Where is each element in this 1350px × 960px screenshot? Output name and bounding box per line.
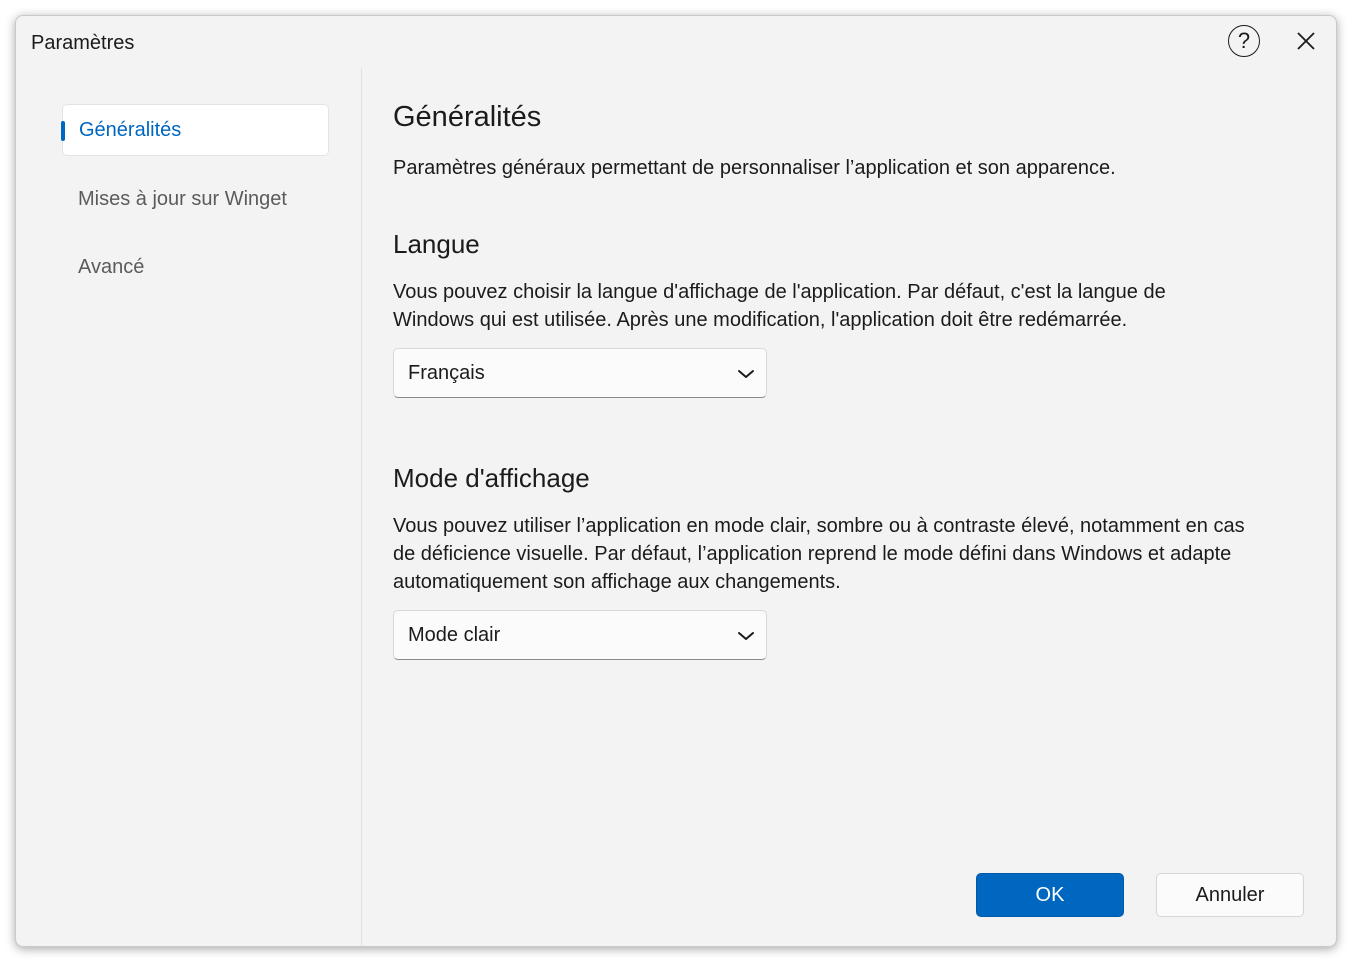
chevron-down-icon	[738, 632, 754, 640]
page-title: Généralités	[393, 101, 542, 133]
window-title: Paramètres	[31, 32, 135, 54]
sidebar-item-label: Mises à jour sur Winget	[78, 187, 287, 210]
close-button[interactable]	[1290, 25, 1322, 57]
help-button[interactable]: ?	[1228, 25, 1260, 57]
language-heading: Langue	[393, 229, 480, 259]
page-description: Paramètres généraux permettant de person…	[393, 157, 1116, 179]
display-mode-description: Vous pouvez utiliser l’application en mo…	[393, 515, 1245, 593]
help-circle-icon: ?	[1237, 28, 1251, 53]
title-bar: Paramètres ?	[16, 16, 1336, 68]
chevron-down-icon	[738, 370, 754, 378]
language-dropdown[interactable]: Français	[393, 348, 767, 398]
display-mode-dropdown[interactable]: Mode clair	[393, 610, 767, 660]
sidebar-item-advanced[interactable]: Avancé	[62, 241, 329, 293]
sidebar-divider	[361, 68, 362, 946]
language-selected-value: Français	[408, 361, 485, 384]
sidebar-item-winget-updates[interactable]: Mises à jour sur Winget	[62, 173, 329, 225]
active-indicator	[61, 121, 65, 141]
display-mode-selected-value: Mode clair	[408, 623, 501, 646]
language-description: Vous pouvez choisir la langue d'affichag…	[393, 281, 1166, 331]
sidebar-item-label: Généralités	[79, 118, 182, 141]
ok-button[interactable]: OK	[976, 873, 1124, 917]
display-mode-heading: Mode d'affichage	[393, 463, 590, 493]
sidebar: Généralités Mises à jour sur Winget Avan…	[16, 68, 361, 946]
sidebar-item-generalites[interactable]: Généralités	[61, 104, 329, 156]
settings-dialog: Paramètres ? Généralités Mises à jour su…	[15, 15, 1337, 947]
sidebar-item-label: Avancé	[78, 255, 145, 278]
close-icon	[1297, 32, 1315, 50]
cancel-button[interactable]: Annuler	[1156, 873, 1304, 917]
